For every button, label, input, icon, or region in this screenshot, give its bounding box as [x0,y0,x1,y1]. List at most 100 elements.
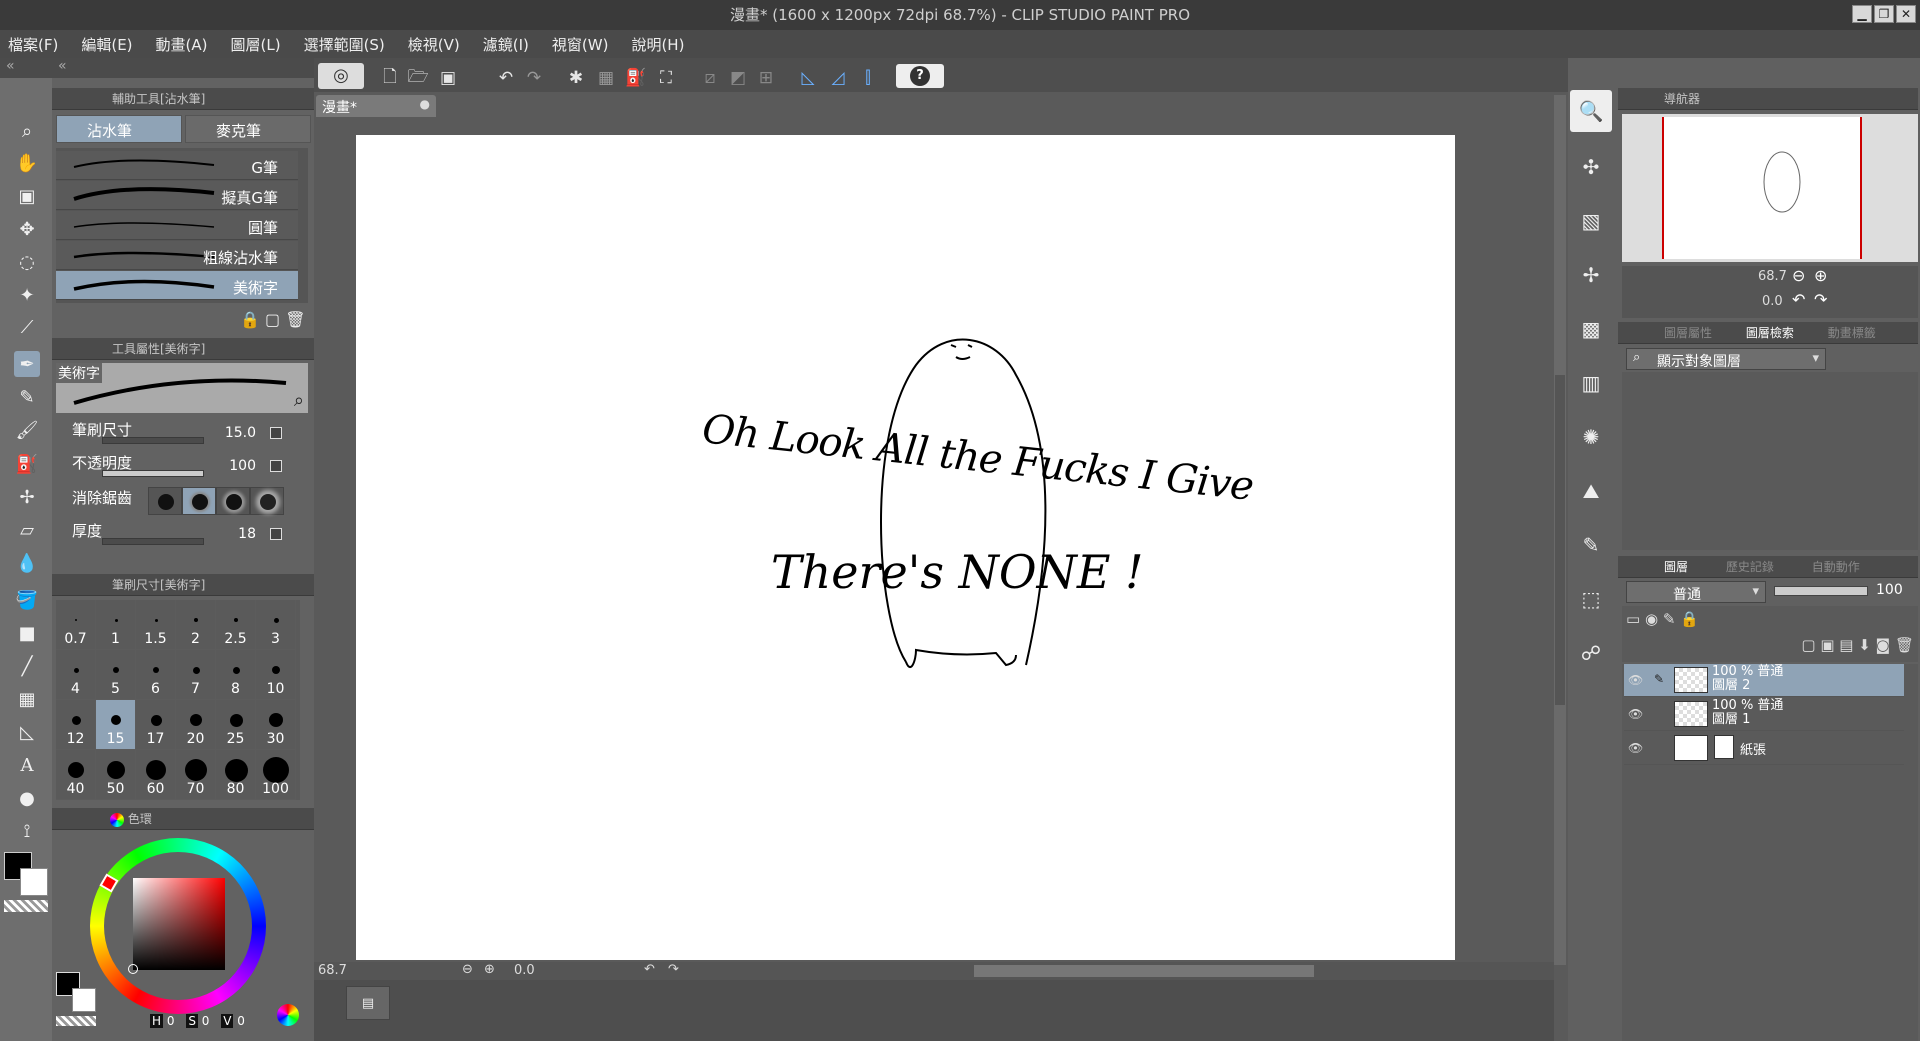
layer-row-2[interactable]: 👁 ✎ 100 % 普通 圖層 2 [1624,664,1904,697]
brush-size-cell[interactable]: 100 [256,750,296,800]
open-file-icon[interactable]: 🗁 [406,66,430,90]
blend-mode-dropdown[interactable]: 普通 ▾ [1626,581,1766,603]
navigator-preview[interactable] [1622,114,1918,262]
animation-tab[interactable]: 動畫標籤 [1828,326,1876,340]
lock-icon[interactable]: 🔒 [240,310,260,329]
balloon-tool-icon[interactable]: ● [14,785,40,811]
brush-size-cell[interactable]: 3 [256,600,296,650]
collapse-icon[interactable]: « [6,58,15,74]
brush-size-cell[interactable]: 0.7 [56,600,96,650]
nav-zoom-value[interactable]: 68.7 [1758,269,1787,284]
brush-size-cell[interactable]: 7 [176,650,216,700]
prop-brush-size[interactable]: 筆刷尺寸 15.0 [56,417,306,449]
redo-icon[interactable]: ↷ [522,66,546,90]
zoom-tool-icon[interactable]: ⌕ [14,118,40,144]
deselect-icon[interactable]: ⧄ [698,66,722,90]
blend-tool-icon[interactable]: 💧 [14,550,40,576]
snap-ruler-icon[interactable]: ◺ [796,66,820,90]
prop-value[interactable]: 18 [238,526,256,542]
brush-size-cell[interactable]: 5 [96,650,136,700]
brush-size-cell[interactable]: 2.5 [216,600,256,650]
snap-grid-icon[interactable]: ⫿ [856,66,880,90]
brush-size-cell[interactable]: 12 [56,700,96,750]
brush-size-cell[interactable]: 17 [136,700,176,750]
size-slider[interactable] [102,437,204,444]
figure-icon[interactable]: ☍ [1570,632,1612,674]
prop-thickness[interactable]: 厚度 18 [56,518,306,550]
maximize-button[interactable]: ❐ [1874,5,1894,23]
zoom-out-icon[interactable]: ⊖ [462,962,473,977]
new-subtool-icon[interactable]: ▢ [265,310,280,329]
clear-outside-icon[interactable]: ▦ [594,66,618,90]
visibility-icon[interactable]: 👁 [1628,673,1644,687]
menu-file[interactable]: 檔案(F) [8,34,58,55]
menu-animation[interactable]: 動畫(A) [156,34,208,55]
collapse-icon[interactable]: « [58,58,67,74]
menu-help[interactable]: 說明(H) [631,34,684,55]
aa-strong[interactable] [250,487,284,515]
menu-view[interactable]: 檢視(V) [408,34,460,55]
brush-round-pen[interactable]: 圓筆 [56,211,298,240]
brush-size-cell[interactable]: 40 [56,750,96,800]
mask-icon[interactable]: ◙ [1876,636,1891,654]
brush-size-cell[interactable]: 6 [136,650,176,700]
brush-size-cell[interactable]: 80 [216,750,256,800]
new-file-icon[interactable]: 🗋 [378,66,402,90]
invert-selection-icon[interactable]: ◩ [726,66,750,90]
brush-size-cell[interactable]: 8 [216,650,256,700]
pen-tool-icon[interactable]: ✒ [14,351,40,377]
fill-command-icon[interactable]: ⛽ [624,66,648,90]
save-icon[interactable]: ▣ [436,66,460,90]
menu-selection[interactable]: 選擇範圍(S) [304,34,385,55]
aa-medium[interactable] [216,487,250,515]
transparent-swatch[interactable] [4,900,48,912]
page-thumbnail-icon[interactable]: ▤ [346,986,390,1020]
color-wheel-icon[interactable] [110,812,124,827]
ruler-tool-icon[interactable]: ◺ [14,719,40,745]
draft-icon[interactable]: ✎ [1663,610,1676,628]
visibility-icon[interactable]: 👁 [1628,741,1644,755]
menu-layer[interactable]: 圖層(L) [231,34,281,55]
figure-tool-icon[interactable]: ╱ [14,653,40,679]
prop-value[interactable]: 15.0 [225,425,256,441]
search-icon[interactable]: ⌕ [294,390,304,411]
brush-thick-pen[interactable]: 粗線沾水筆 [56,241,298,270]
merge-down-icon[interactable]: ⬇ [1858,636,1871,654]
layerprop-tab[interactable]: 圖層屬性 [1664,326,1712,340]
transform-icon[interactable]: ⛶ [654,66,678,90]
thickness-toggle[interactable] [270,528,282,540]
rotate-right-icon[interactable]: ↷ [1814,290,1827,309]
decoration-icon[interactable]: ✢ [14,484,40,510]
correct-line-icon[interactable]: ⟟ [14,818,40,844]
trash-icon[interactable]: 🗑 [1895,636,1914,654]
tone-material-icon[interactable]: ▩ [1570,308,1612,350]
brush-size-cell[interactable]: 50 [96,750,136,800]
subtool-tab-pen[interactable]: 沾水筆 [56,115,182,143]
ref-layer-icon[interactable]: ◉ [1645,610,1658,628]
horizontal-scrollbar[interactable] [974,965,1314,977]
thickness-slider[interactable] [102,538,204,545]
image-material-icon[interactable]: ▧ [1570,200,1612,242]
auto-action-tab[interactable]: 自動動作 [1812,560,1860,574]
nav-angle-value[interactable]: 0.0 [1762,294,1783,309]
opacity-slider[interactable] [102,470,204,477]
close-tab-icon[interactable]: ● [420,97,430,111]
clear-icon[interactable]: ✱ [564,66,588,90]
navigator-tab-label[interactable]: 導航器 [1664,92,1700,106]
clip-studio-icon[interactable]: ◎ [318,63,364,89]
minimize-button[interactable]: ▁ [1852,5,1872,23]
vertical-scrollbar[interactable] [1554,95,1566,965]
text-tool-icon[interactable]: A [14,752,40,778]
move-layer-icon[interactable]: ✥ [14,216,40,242]
menu-filter[interactable]: 濾鏡(I) [483,34,529,55]
frame-material-icon[interactable]: ▥ [1570,362,1612,404]
hand-tool-icon[interactable]: ✋ [14,150,40,176]
clip-layer-icon[interactable]: ▭ [1626,610,1640,628]
zoom-in-icon[interactable]: ⊕ [1814,266,1827,285]
pressure-toggle[interactable] [270,427,282,439]
undo-icon[interactable]: ↶ [494,66,518,90]
new-vector-icon[interactable]: ▣ [1820,636,1834,654]
note-icon[interactable]: ✎ [1570,524,1612,566]
operation-tool-icon[interactable]: ▣ [14,183,40,209]
layersearch-tab[interactable]: 圖層檢索 [1746,326,1794,340]
